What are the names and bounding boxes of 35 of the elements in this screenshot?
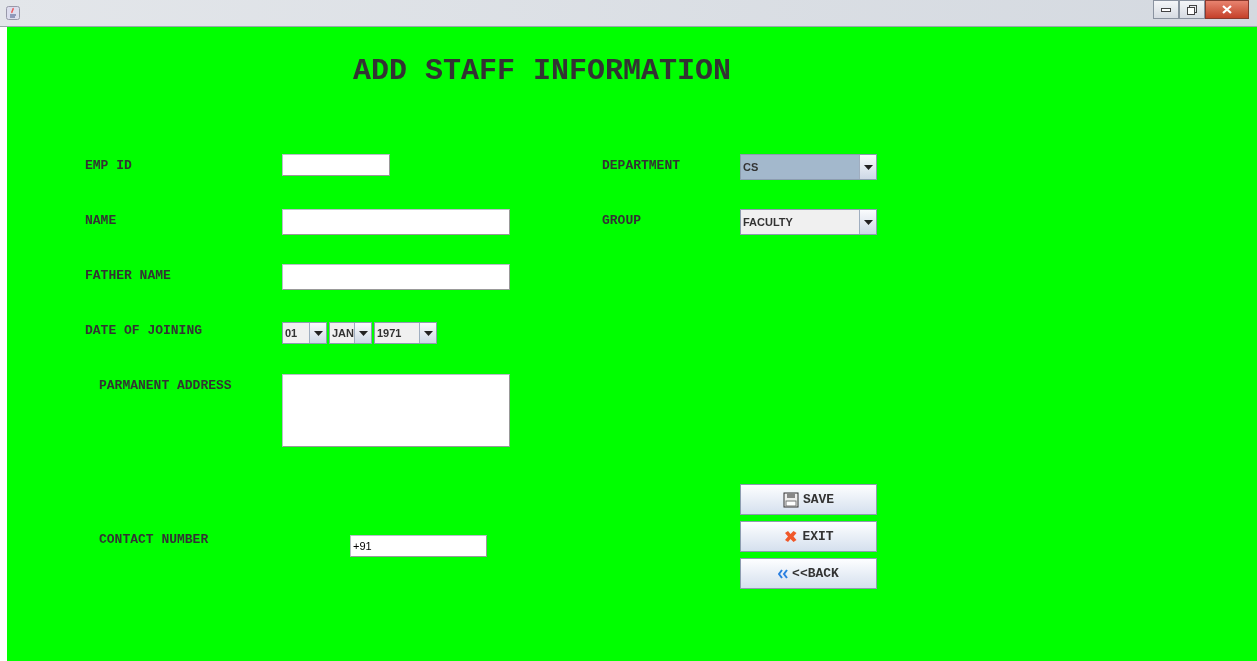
minimize-icon	[1161, 7, 1171, 12]
text-field[interactable]	[282, 154, 390, 176]
dropdown[interactable]: CS	[740, 154, 877, 180]
minimize-button[interactable]	[1153, 0, 1179, 19]
form-title: ADD STAFF INFORMATION	[352, 53, 732, 90]
dropdown[interactable]: 01	[282, 322, 327, 344]
field-label: FATHER NAME	[85, 267, 172, 283]
save-button[interactable]: SAVE	[740, 484, 877, 515]
dropdown-arrow-icon	[313, 330, 323, 336]
text-field[interactable]: +91	[350, 534, 487, 557]
back-button[interactable]: <<BACK	[740, 558, 877, 589]
field-label: GROUP	[602, 212, 642, 228]
field-label: EMP ID	[85, 157, 133, 173]
dropdown-arrow-icon	[358, 330, 368, 336]
dropdown[interactable]: FACULTY	[740, 209, 877, 235]
field-label: DATE OF JOINING	[85, 322, 204, 338]
dropdown-arrow-icon	[863, 219, 873, 225]
exit-button[interactable]: EXIT	[740, 521, 877, 552]
dropdown[interactable]: 1971	[374, 322, 437, 344]
field-label: CONTACT NUMBER	[99, 531, 210, 547]
cross-icon	[783, 529, 799, 544]
dropdown-arrow-icon	[423, 330, 433, 336]
text-field[interactable]	[282, 209, 510, 235]
maximize-button[interactable]	[1179, 0, 1205, 19]
close-button[interactable]	[1205, 0, 1249, 19]
dropdown[interactable]: JAN	[329, 322, 372, 344]
field-label: NAME	[85, 212, 118, 228]
text-field[interactable]	[282, 264, 510, 290]
close-icon	[1222, 5, 1232, 14]
restore-icon	[1187, 4, 1197, 15]
field-label: PARMANENT ADDRESS	[99, 377, 233, 393]
dropdown-arrow-icon	[863, 164, 873, 170]
double-chevron-left-icon	[778, 568, 789, 579]
field-label: DEPARTMENT	[602, 157, 681, 173]
text-area[interactable]	[282, 374, 510, 447]
